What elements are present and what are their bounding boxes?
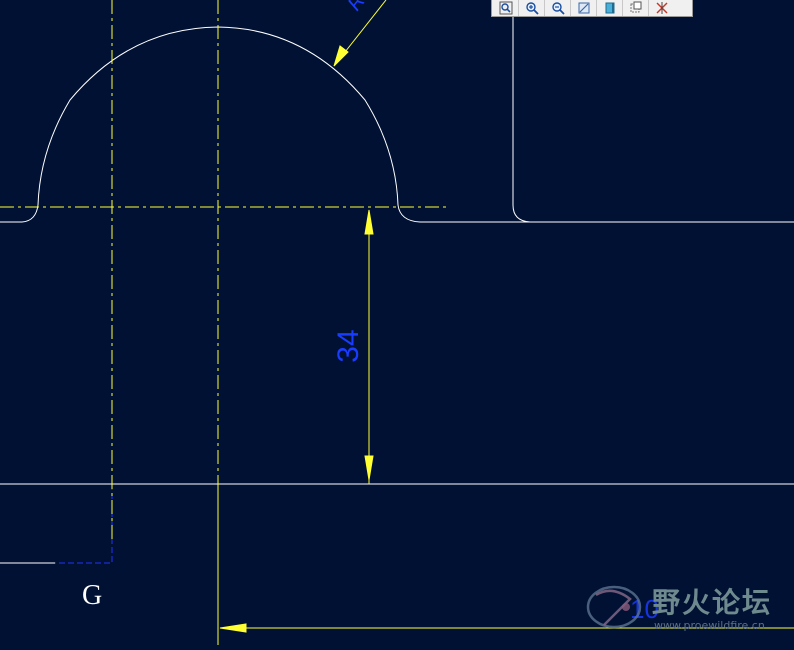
forum-logo-icon [586, 585, 642, 629]
datum-display-button[interactable] [649, 0, 675, 16]
watermark-url: www.proewildfire.cn [654, 619, 765, 632]
bottom-dim-arrow [219, 623, 247, 633]
dim-arrow-top [364, 209, 374, 235]
drawing-canvas[interactable]: 34 R 10 G [0, 0, 794, 645]
refit-icon [578, 2, 589, 14]
dimension-34[interactable] [364, 209, 374, 484]
hidden-line-icon [630, 1, 641, 13]
radius-arrow [333, 45, 349, 67]
zoom-box-button[interactable] [493, 0, 519, 16]
zoom-out-button[interactable] [545, 0, 571, 16]
refit-button[interactable] [571, 0, 597, 16]
watermark-title: 野火论坛 [652, 586, 773, 619]
zoom-box-icon [499, 1, 512, 15]
left-fillet-edge [0, 204, 39, 223]
shaded-view-icon [605, 2, 614, 14]
hidden-line-button[interactable] [623, 0, 649, 16]
radius-dimension-text: R [344, 0, 370, 15]
datum-display-icon [656, 2, 668, 14]
zoom-out-icon [551, 2, 565, 15]
right-fillet-edge [397, 204, 530, 223]
zoom-in-button[interactable] [519, 0, 545, 16]
dim-arrow-bottom [364, 455, 374, 481]
cad-drawing-viewport[interactable]: 34 R 10 G [0, 0, 794, 645]
forum-watermark: 野火论坛 www.proewildfire.cn [582, 577, 794, 639]
part-geometry [0, 14, 794, 564]
zoom-in-icon [525, 2, 539, 15]
datum-g-edge [55, 484, 113, 564]
view-toolbar [491, 0, 693, 17]
centerlines [0, 0, 448, 540]
dimension-34-text: 34 [332, 329, 365, 362]
shaded-view-button[interactable] [597, 0, 623, 16]
right-wall-edge [512, 14, 794, 223]
datum-label-g: G [82, 580, 102, 611]
